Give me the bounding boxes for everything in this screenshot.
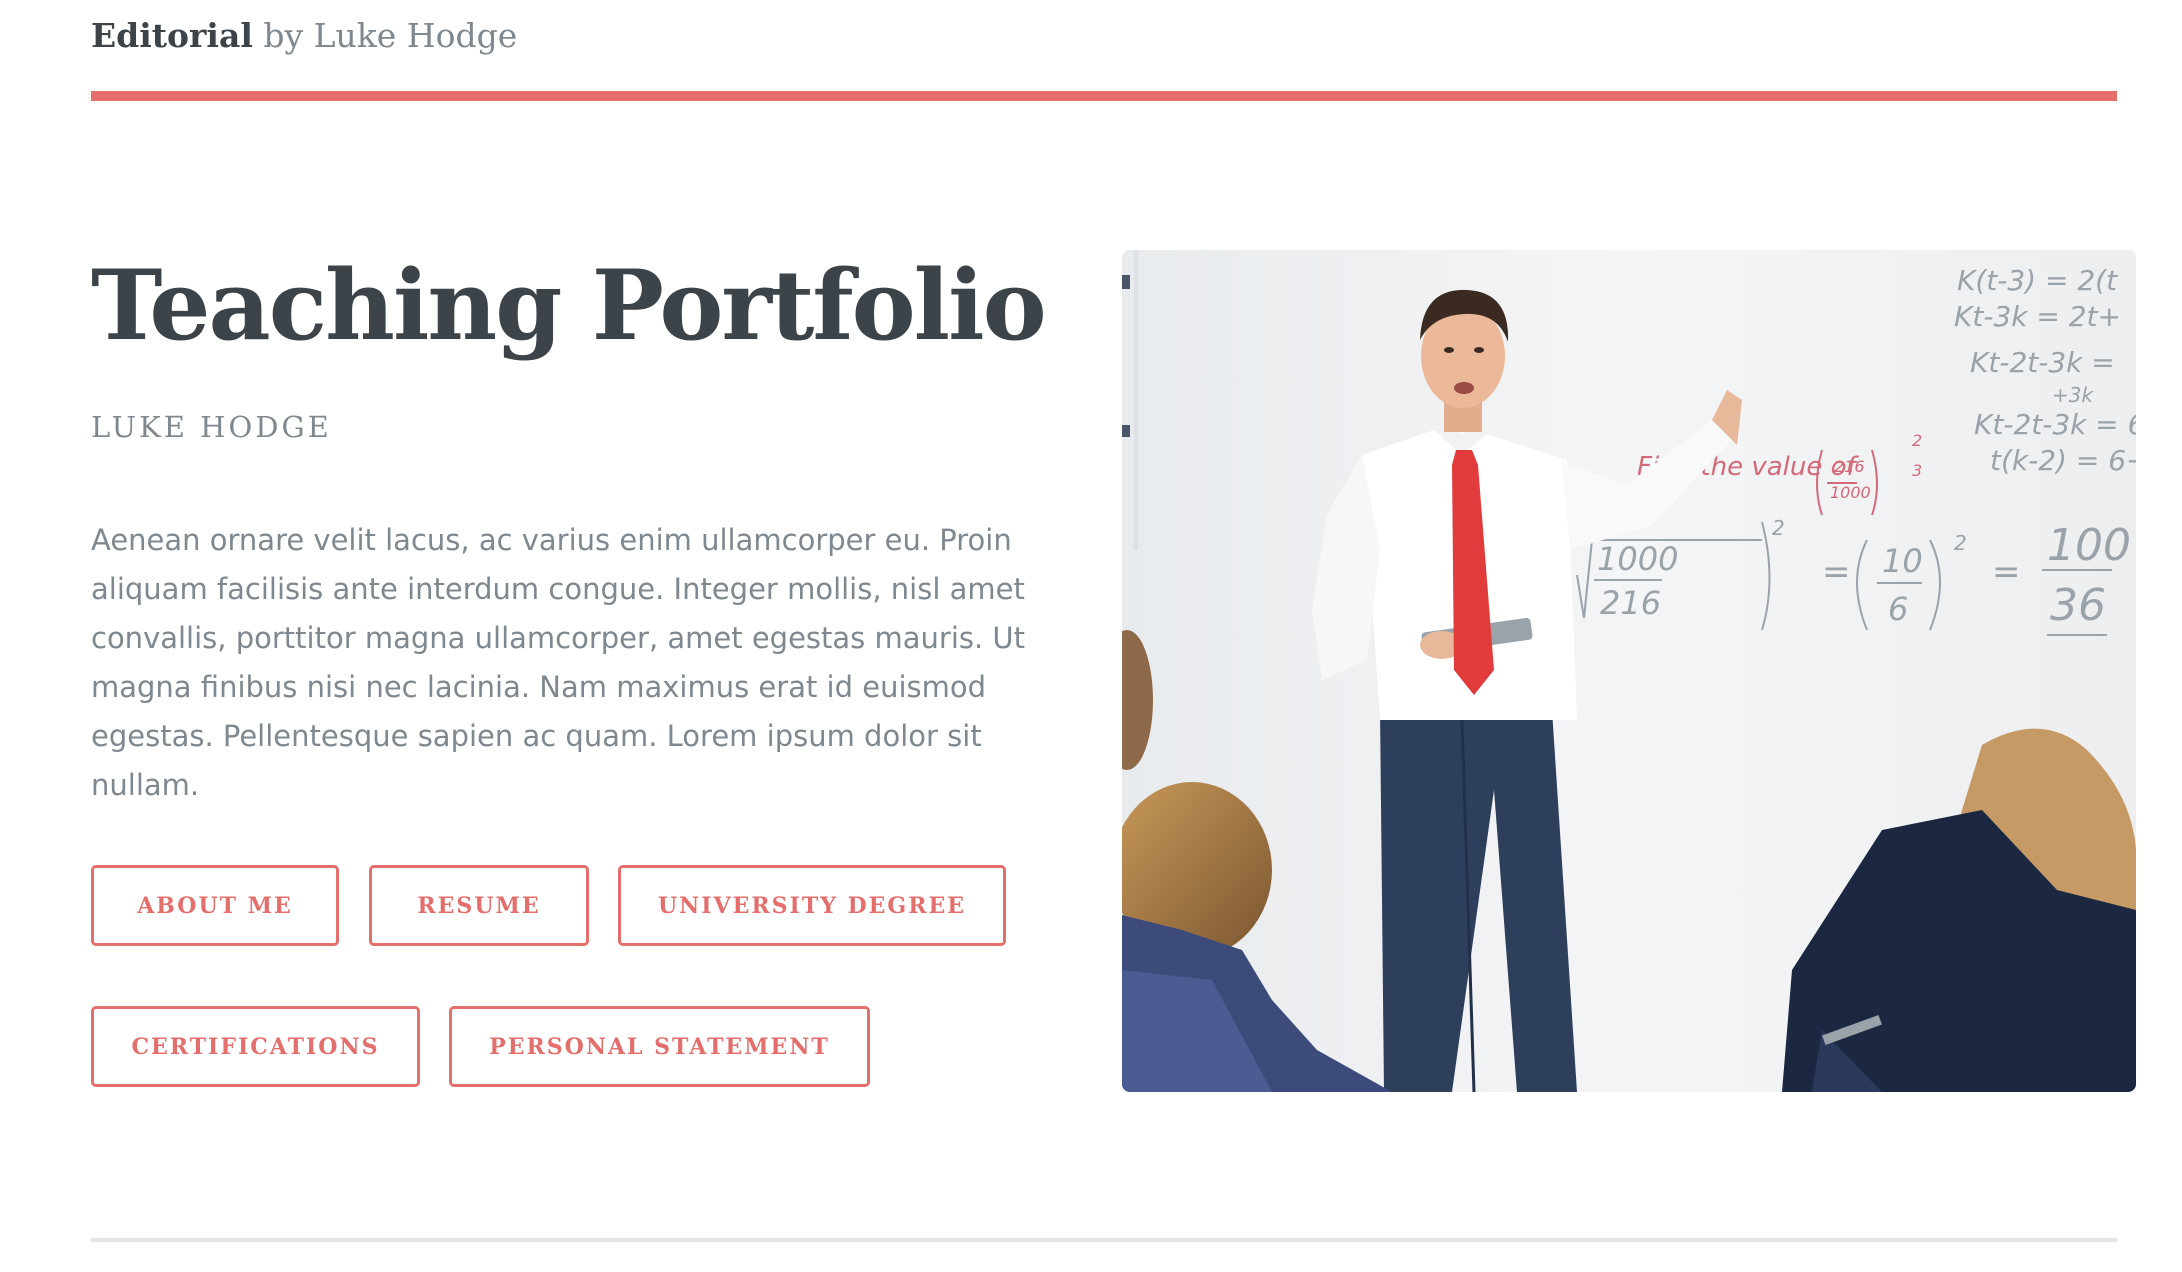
frac1-den: 1000 bbox=[1830, 483, 1871, 502]
frac2-den: 6 bbox=[1888, 590, 1908, 628]
site-logo[interactable]: Editorial by Luke Hodge bbox=[91, 14, 517, 58]
intro-paragraph: Aenean ornare velit lacus, ac varius eni… bbox=[91, 523, 1026, 802]
about-me-button[interactable]: ABOUT ME bbox=[91, 865, 339, 946]
certifications-button[interactable]: CERTIFICATIONS bbox=[91, 1006, 420, 1087]
frac2-num: 10 bbox=[1882, 542, 1923, 580]
logo-byline[interactable]: by Luke Hodge bbox=[263, 16, 517, 55]
logo-brand[interactable]: Editorial bbox=[91, 16, 253, 55]
university-degree-button[interactable]: UNIVERSITY DEGREE bbox=[618, 865, 1006, 946]
site-header: Editorial by Luke Hodge bbox=[91, 0, 2117, 102]
classroom-illustration: K(t-3) = 2(t Kt-3k = 2t+ Kt-2t-3k = +3k … bbox=[1122, 250, 2136, 1092]
frac1-num: 216 bbox=[1834, 457, 1865, 476]
math-line-6: t(k-2) = 6+ bbox=[1990, 444, 2136, 477]
root-num: 1000 bbox=[1597, 540, 1678, 578]
equals-2: = bbox=[1992, 552, 2021, 592]
page-title: Teaching Portfolio bbox=[91, 249, 1047, 362]
math-line-5: Kt-2t-3k = 6 bbox=[1974, 408, 2136, 441]
exp1-den: 3 bbox=[1912, 461, 1922, 480]
personal-statement-button[interactable]: PERSONAL STATEMENT bbox=[449, 1006, 870, 1087]
root-den: 216 bbox=[1600, 584, 1661, 622]
hero-image-teacher-classroom: K(t-3) = 2(t Kt-3k = 2t+ Kt-2t-3k = +3k … bbox=[1122, 250, 2136, 1092]
frac3-den: 36 bbox=[2050, 580, 2106, 631]
math-line-1: K(t-3) = 2(t bbox=[1957, 264, 2118, 297]
frac3-num: 100 bbox=[2047, 520, 2131, 571]
section-divider bbox=[91, 1238, 2117, 1242]
math-line-2: Kt-3k = 2t+ bbox=[1954, 300, 2121, 333]
equals-1: = bbox=[1822, 552, 1851, 592]
header-accent-rule bbox=[91, 91, 2117, 101]
exp2: 2 bbox=[1772, 516, 1785, 540]
resume-button[interactable]: RESUME bbox=[369, 865, 589, 946]
exp3: 2 bbox=[1954, 531, 1967, 555]
hero-content: Teaching Portfolio LUKE HODGE Aenean orn… bbox=[91, 240, 1047, 1087]
math-line-4: +3k bbox=[2052, 383, 2094, 407]
math-line-3: Kt-2t-3k = bbox=[1970, 346, 2115, 379]
exp1-num: 2 bbox=[1912, 431, 1922, 450]
author-subtitle: LUKE HODGE bbox=[91, 410, 332, 444]
